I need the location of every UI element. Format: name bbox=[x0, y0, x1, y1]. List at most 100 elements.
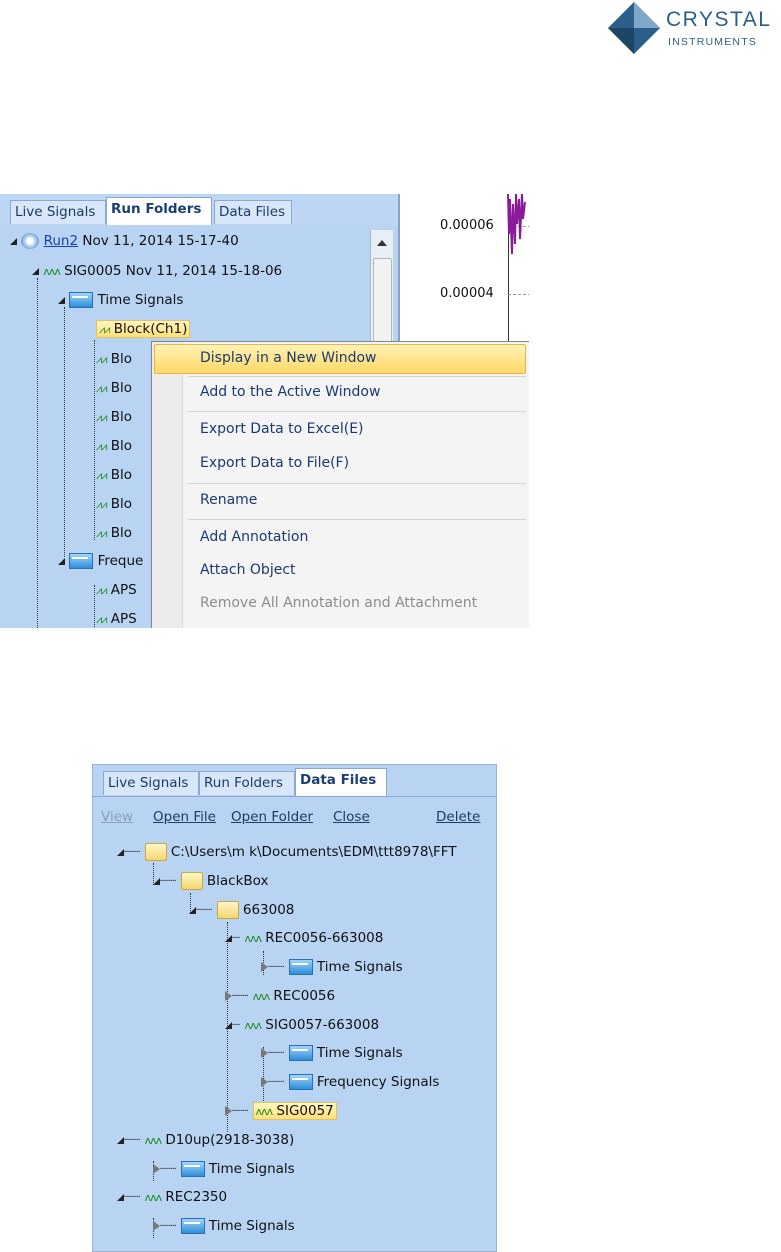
scroll-up-icon[interactable] bbox=[371, 234, 393, 252]
menu-item-add-annotation[interactable]: Add Annotation bbox=[200, 529, 308, 545]
tab-data-files[interactable]: Data Files bbox=[214, 200, 292, 224]
root-path-label: C:\Users\m k\Documents\EDM\ttt8978\FFT bbox=[170, 844, 457, 860]
tree-node-time-signals[interactable]: ┈┈ Time Signals bbox=[261, 1045, 403, 1061]
menu-item-rename[interactable]: Rename bbox=[200, 492, 257, 508]
signal-folder-icon bbox=[180, 1218, 205, 1234]
run-folders-screenshot: Live Signals Run Folders Data Files Run2… bbox=[0, 194, 529, 628]
tree-node-663008[interactable]: ┈┈ 663008 bbox=[189, 901, 294, 919]
tab-data-files[interactable]: Data Files bbox=[295, 768, 387, 796]
tree-node-time-signals[interactable]: ┈┈ Time Signals bbox=[153, 1161, 295, 1177]
open-file-button[interactable]: Open File bbox=[153, 809, 216, 825]
tree-node-block[interactable]: ⩘⩘ Blo bbox=[96, 351, 132, 367]
tree-node-rec2350[interactable]: ┈┈ ʌʌʌ REC2350 bbox=[117, 1189, 227, 1205]
tree-node-block-ch1[interactable]: ⩘⩘ Block(Ch1) bbox=[96, 320, 191, 338]
tree-node-sig0057[interactable]: ┈┈ ʌʌʌ SIG0057 bbox=[225, 1102, 337, 1120]
view-button[interactable]: View bbox=[101, 809, 133, 825]
logo-diamond-icon bbox=[608, 2, 660, 54]
folder-663008-label: 663008 bbox=[242, 902, 295, 918]
tab-run-folders[interactable]: Run Folders bbox=[199, 771, 295, 795]
rec0056-663008-label: REC0056-663008 bbox=[265, 930, 384, 946]
tree-node-time-signals[interactable]: ┈┈ Time Signals bbox=[153, 1218, 295, 1234]
aps-icon: ⩘⩘ bbox=[96, 584, 107, 597]
tree-node-block[interactable]: ⩘⩘ Blo bbox=[96, 438, 132, 454]
signal-folder-icon bbox=[69, 292, 94, 308]
collapsed-icon[interactable] bbox=[225, 991, 232, 1001]
block-ch1-label: Block(Ch1) bbox=[113, 321, 188, 337]
tree-node-d10up[interactable]: ┈┈ ʌʌʌ D10up(2918-3038) bbox=[117, 1132, 294, 1148]
tab-live-signals[interactable]: Live Signals bbox=[103, 771, 199, 795]
tree-node-block[interactable]: ⩘⩘ Blo bbox=[96, 467, 132, 483]
menu-item-export-excel[interactable]: Export Data to Excel(E) bbox=[200, 421, 364, 437]
collapsed-icon[interactable] bbox=[153, 1221, 160, 1231]
collapsed-icon[interactable] bbox=[261, 1077, 268, 1087]
waveform-icon: ʌʌʌ bbox=[144, 1134, 163, 1147]
block-label: Blo bbox=[110, 351, 132, 367]
data-files-toolbar: View Open File Open Folder Close Delete bbox=[93, 801, 496, 831]
tree-node-rec0056[interactable]: ┈┈ ʌʌʌ REC0056 bbox=[225, 988, 335, 1004]
waveform-icon: ʌʌʌ bbox=[43, 265, 61, 278]
block-wave-icon: ⩘⩘ bbox=[96, 527, 107, 540]
menu-item-add-active-window[interactable]: Add to the Active Window bbox=[200, 384, 380, 400]
tree-node-block[interactable]: ⩘⩘ Blo bbox=[96, 525, 132, 541]
block-wave-icon: ⩘⩘ bbox=[96, 411, 107, 424]
logo-text-crystal: CRYSTAL bbox=[666, 8, 772, 31]
block-label: Blo bbox=[110, 467, 132, 483]
block-label: Blo bbox=[110, 438, 132, 454]
tree-node-sig0005[interactable]: ʌʌʌ SIG0005 Nov 11, 2014 15-18-06 bbox=[32, 263, 282, 279]
tab-live-signals[interactable]: Live Signals bbox=[10, 200, 106, 224]
crystal-instruments-logo: CRYSTAL INSTRUMENTS bbox=[604, 0, 781, 56]
block-wave-icon: ⩘⩘ bbox=[96, 469, 107, 482]
time-signals-label: Time Signals bbox=[208, 1218, 295, 1234]
waveform-icon: ʌʌʌ bbox=[252, 990, 271, 1003]
tree-node-frequency[interactable]: Freque bbox=[58, 553, 143, 569]
run-name-link[interactable]: Run2 bbox=[44, 233, 78, 249]
time-signals-label: Time Signals bbox=[316, 1045, 403, 1061]
scroll-thumb[interactable] bbox=[373, 258, 392, 350]
sig-date: Nov 11, 2014 15-18-06 bbox=[125, 263, 283, 279]
aps-label: APS bbox=[110, 611, 137, 627]
menu-item-export-file[interactable]: Export Data to File(F) bbox=[200, 455, 349, 471]
block-wave-icon: ⩘⩘ bbox=[96, 382, 107, 395]
signal-folder-icon bbox=[288, 1074, 313, 1090]
tree-node-rec0056-663008[interactable]: ┈ ʌʌʌ REC0056-663008 bbox=[225, 930, 383, 946]
waveform-icon: ʌʌʌ bbox=[144, 1191, 163, 1204]
delete-button[interactable]: Delete bbox=[436, 809, 480, 825]
tree-node-aps[interactable]: ⩘⩘ APS bbox=[96, 582, 137, 598]
tree-node-root-folder[interactable]: ┈┈ C:\Users\m k\Documents\EDM\ttt8978\FF… bbox=[117, 843, 457, 861]
logo-text-instruments: INSTRUMENTS bbox=[668, 36, 758, 48]
tree-node-frequency-signals[interactable]: ┈┈ Frequency Signals bbox=[261, 1074, 439, 1090]
rec2350-label: REC2350 bbox=[165, 1189, 228, 1205]
sig0057-label: SIG0057 bbox=[276, 1103, 334, 1119]
sig0057-663008-label: SIG0057-663008 bbox=[265, 1017, 380, 1033]
tree-node-time-signals[interactable]: ┈┈ Time Signals bbox=[261, 959, 403, 975]
signal-folder-icon bbox=[288, 1045, 313, 1061]
sig-name: SIG0005 bbox=[64, 263, 122, 279]
collapsed-icon[interactable] bbox=[261, 1048, 268, 1058]
collapsed-icon[interactable] bbox=[153, 1164, 160, 1174]
close-button[interactable]: Close bbox=[333, 809, 370, 825]
tree-node-run[interactable]: Run2 Nov 11, 2014 15-17-40 bbox=[10, 233, 239, 249]
d10up-label: D10up(2918-3038) bbox=[165, 1132, 295, 1148]
tree-node-aps[interactable]: ⩘⩘ APS bbox=[96, 611, 137, 627]
tree-node-block[interactable]: ⩘⩘ Blo bbox=[96, 380, 132, 396]
run-date: Nov 11, 2014 15-17-40 bbox=[82, 233, 239, 249]
collapsed-icon[interactable] bbox=[225, 1106, 232, 1116]
tree-node-time-signals[interactable]: Time Signals bbox=[58, 292, 183, 308]
aps-label: APS bbox=[110, 582, 137, 598]
menu-item-attach-object[interactable]: Attach Object bbox=[200, 562, 296, 578]
data-files-screenshot: Live Signals Run Folders Data Files View… bbox=[92, 764, 497, 1252]
menu-item-display-new-window[interactable]: Display in a New Window bbox=[200, 350, 376, 366]
tree-node-blackbox[interactable]: ┈┈ BlackBox bbox=[153, 872, 268, 890]
tab-run-folders[interactable]: Run Folders bbox=[106, 197, 212, 225]
blackbox-label: BlackBox bbox=[206, 873, 269, 889]
tree-node-sig0057-663008[interactable]: ┈ ʌʌʌ SIG0057-663008 bbox=[225, 1017, 379, 1033]
tree-node-block[interactable]: ⩘⩘ Blo bbox=[96, 409, 132, 425]
collapsed-icon[interactable] bbox=[261, 962, 268, 972]
time-signals-label: Time Signals bbox=[97, 292, 184, 308]
open-folder-button[interactable]: Open Folder bbox=[231, 809, 313, 825]
waveform-icon: ʌʌʌ bbox=[244, 1019, 262, 1032]
context-menu: Display in a New Window Add to the Activ… bbox=[151, 341, 529, 628]
tree-node-block[interactable]: ⩘⩘ Blo bbox=[96, 496, 132, 512]
plot-tick-label: 0.00006 bbox=[440, 218, 494, 233]
waveform-icon: ʌʌʌ bbox=[244, 932, 262, 945]
